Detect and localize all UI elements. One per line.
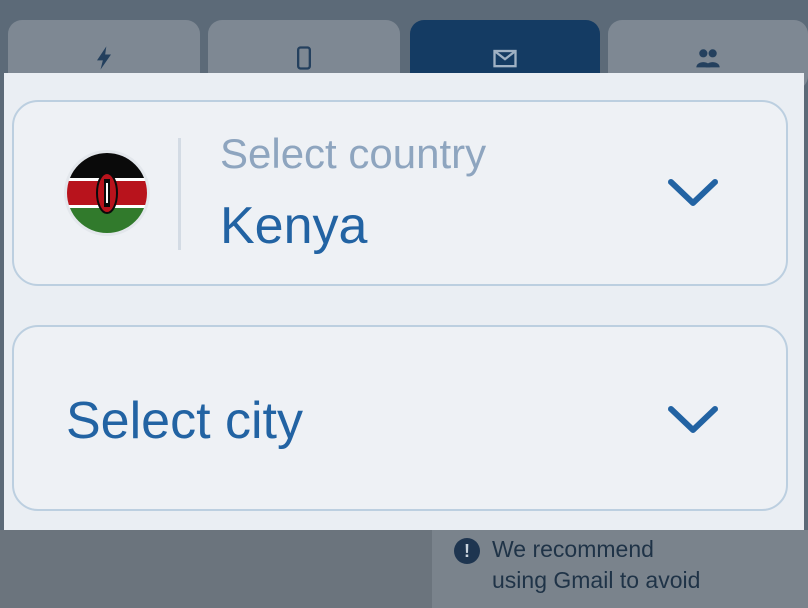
- country-select-label: Select country: [220, 130, 487, 177]
- flag-divider: [178, 138, 181, 250]
- country-select[interactable]: Select country Kenya: [12, 100, 788, 286]
- notice-line-2: using Gmail to avoid: [492, 567, 701, 593]
- gmail-recommendation-notice: ! We recommend using Gmail to avoid: [432, 530, 808, 608]
- envelope-icon: [493, 49, 517, 68]
- city-select[interactable]: Select city: [12, 325, 788, 511]
- city-select-label: Select city: [66, 392, 303, 450]
- method-tabs: [0, 0, 808, 90]
- users-icon: [696, 49, 720, 68]
- chevron-down-icon[interactable]: [666, 176, 720, 210]
- country-select-value: Kenya: [220, 197, 368, 255]
- phone-icon: [297, 46, 311, 70]
- notice-text: We recommend using Gmail to avoid: [492, 534, 792, 596]
- notice-line-1: We recommend: [492, 536, 654, 562]
- kenya-flag-icon: [64, 150, 150, 236]
- info-icon: !: [454, 538, 480, 564]
- chevron-down-icon[interactable]: [666, 403, 720, 437]
- location-selector-panel: Select country Kenya Select city: [4, 73, 804, 530]
- lightning-icon: [97, 46, 111, 70]
